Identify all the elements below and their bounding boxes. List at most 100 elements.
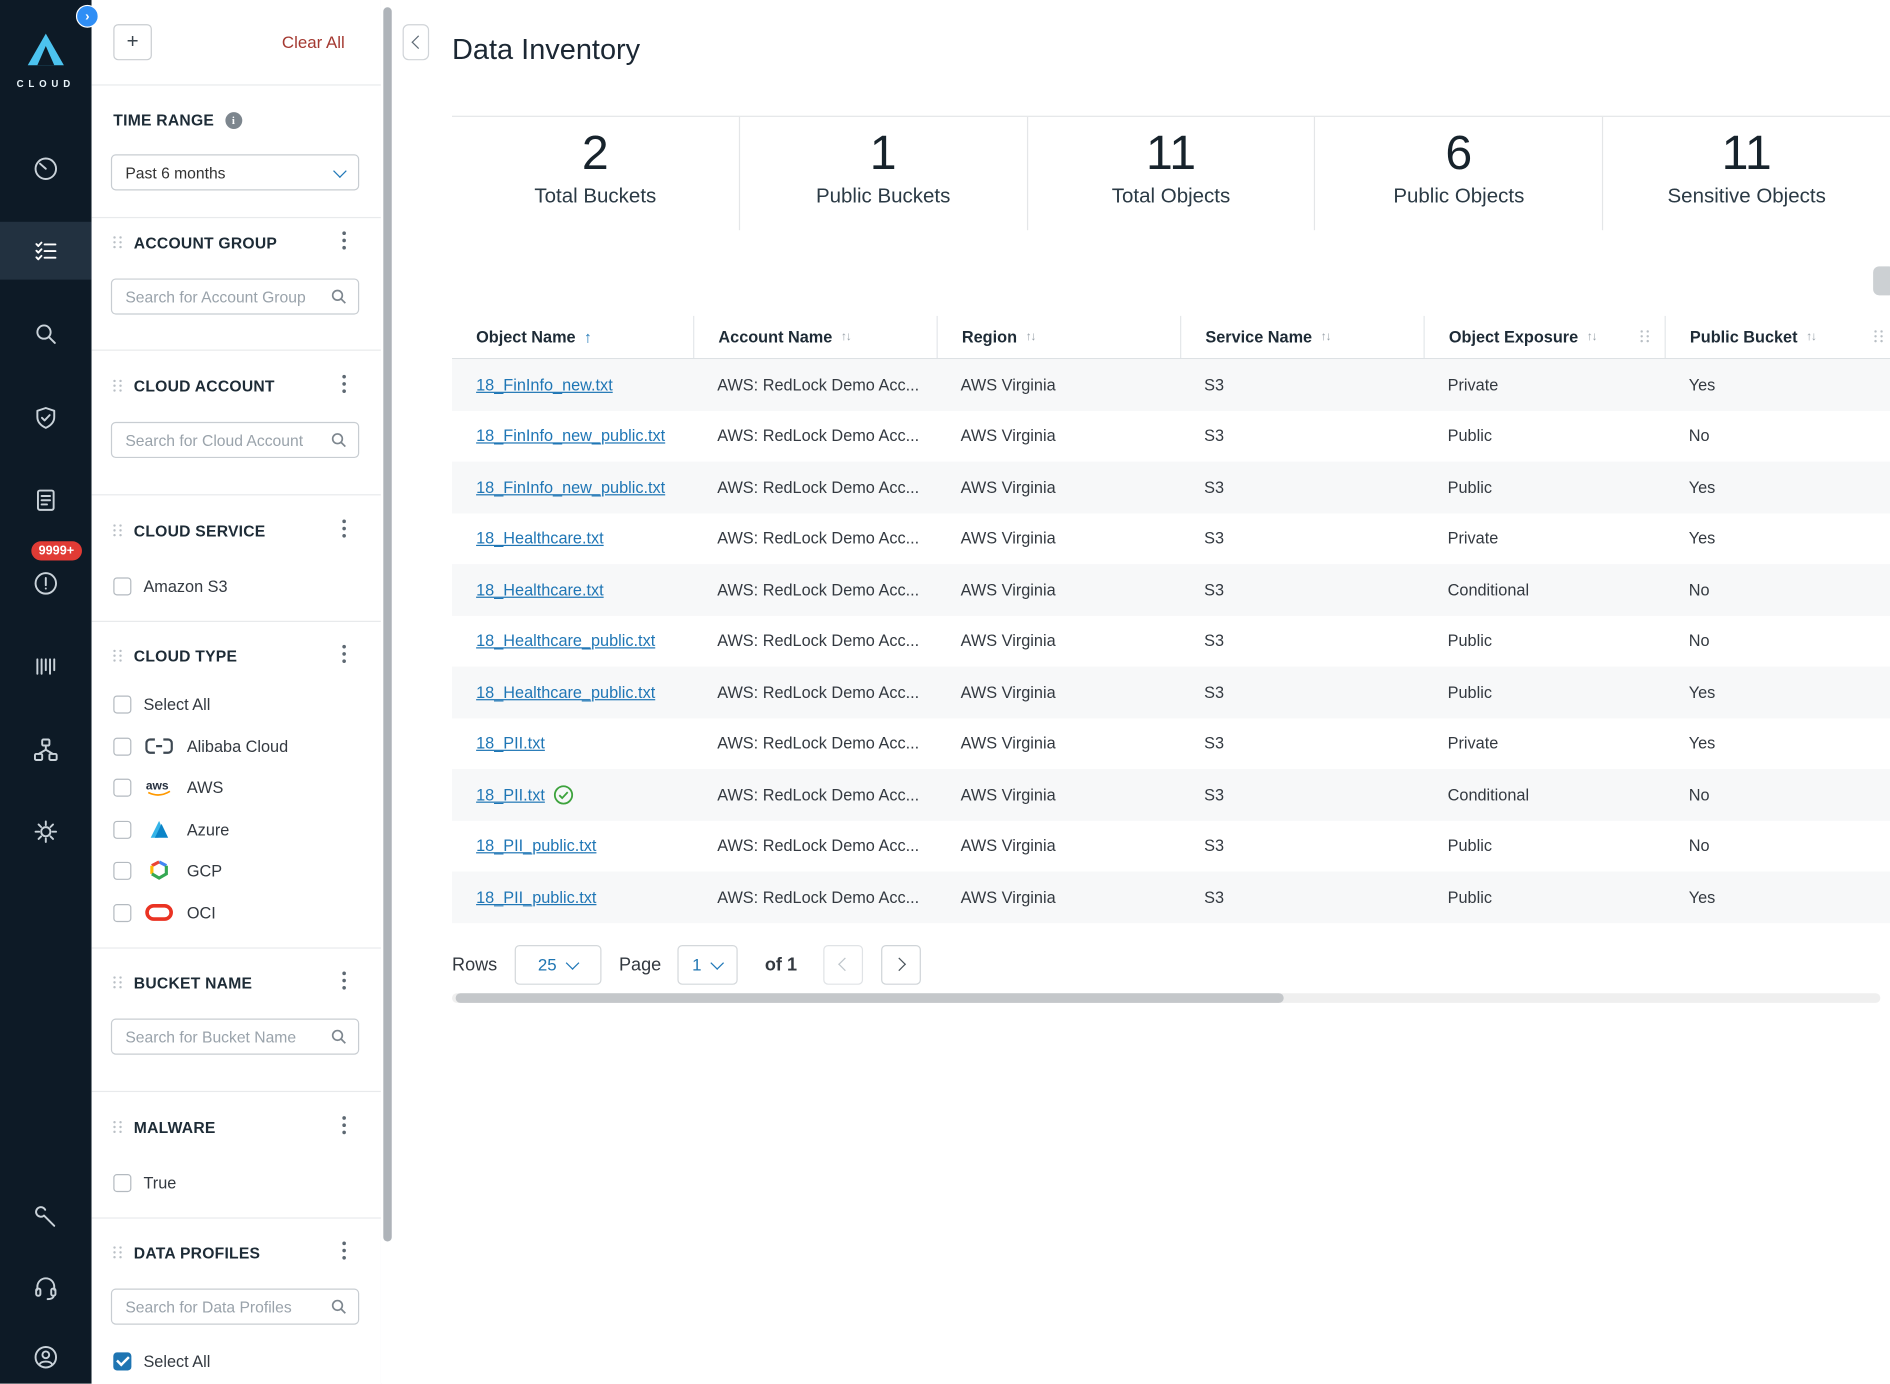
cell-object-exposure: Public bbox=[1424, 888, 1665, 906]
object-name-link[interactable]: 18_PII.txt bbox=[476, 786, 545, 804]
data-profiles-search-input[interactable] bbox=[112, 1298, 330, 1316]
column-header-object-name[interactable]: Object Name ↑ bbox=[452, 316, 693, 358]
checkbox[interactable] bbox=[113, 903, 131, 921]
checkbox[interactable] bbox=[113, 1173, 131, 1191]
sidebar-item-compliance[interactable] bbox=[0, 389, 92, 447]
page-select[interactable]: 1 bbox=[677, 944, 737, 984]
checkbox-row-amazon-s3[interactable]: Amazon S3 bbox=[113, 574, 227, 598]
checkbox[interactable] bbox=[113, 577, 131, 595]
checkbox[interactable] bbox=[113, 737, 131, 755]
drag-handle-icon[interactable] bbox=[113, 650, 123, 663]
checkbox-checked[interactable] bbox=[113, 1352, 131, 1370]
sidebar-item-inventory[interactable] bbox=[0, 222, 92, 280]
object-name-link[interactable]: 18_Healthcare_public.txt bbox=[476, 683, 655, 701]
sort-icon[interactable]: ↑↓ bbox=[1806, 330, 1816, 343]
column-drag-handle-icon[interactable] bbox=[1874, 330, 1884, 343]
bucket-name-search-input[interactable] bbox=[112, 1028, 330, 1046]
column-header-service-name[interactable]: Service Name ↑↓ bbox=[1180, 316, 1423, 358]
cloud-account-menu-icon[interactable] bbox=[342, 375, 347, 394]
checkbox[interactable] bbox=[113, 778, 131, 796]
checkbox-label: Select All bbox=[143, 1352, 210, 1370]
cell-object-exposure: Private bbox=[1424, 734, 1665, 752]
sidebar-item-support[interactable] bbox=[0, 1258, 92, 1316]
rows-per-page-select[interactable]: 25 bbox=[514, 944, 601, 984]
checkbox-row-oci[interactable]: OCI bbox=[113, 900, 215, 924]
collapse-filters-button[interactable] bbox=[403, 24, 430, 60]
cloud-type-menu-icon[interactable] bbox=[342, 645, 347, 664]
object-name-link[interactable]: 18_Healthcare_public.txt bbox=[476, 632, 655, 650]
checkbox-row-select-all[interactable]: Select All bbox=[113, 692, 210, 716]
checkbox-row-malware-true[interactable]: True bbox=[113, 1170, 176, 1194]
data-profiles-menu-icon[interactable] bbox=[342, 1242, 347, 1261]
cloud-account-search-input[interactable] bbox=[112, 431, 330, 449]
column-label: Object Exposure bbox=[1449, 328, 1578, 346]
sidebar-item-search[interactable] bbox=[0, 305, 92, 363]
sidebar-item-dashboard[interactable] bbox=[0, 140, 92, 198]
column-header-public-bucket[interactable]: Public Bucket ↑↓ bbox=[1665, 316, 1890, 358]
clear-all-button[interactable]: Clear All bbox=[282, 33, 345, 52]
alert-circle-icon bbox=[33, 570, 60, 597]
sort-icon[interactable]: ↑↓ bbox=[1321, 330, 1331, 343]
sidebar-item-tools[interactable] bbox=[0, 1188, 92, 1246]
drag-handle-icon[interactable] bbox=[113, 236, 123, 249]
stat-label: Public Objects bbox=[1393, 184, 1524, 208]
object-name-link[interactable]: 18_FinInfo_new_public.txt bbox=[476, 478, 665, 496]
column-header-account-name[interactable]: Account Name ↑↓ bbox=[693, 316, 936, 358]
sort-icon[interactable]: ↑↓ bbox=[1025, 330, 1035, 343]
malware-menu-icon[interactable] bbox=[342, 1116, 347, 1135]
object-name-link[interactable]: 18_PII_public.txt bbox=[476, 888, 596, 906]
drag-handle-icon[interactable] bbox=[113, 524, 123, 537]
sort-icon[interactable]: ↑↓ bbox=[1587, 330, 1597, 343]
sidebar-item-reports[interactable] bbox=[0, 471, 92, 529]
object-name-link[interactable]: 18_PII.txt bbox=[476, 734, 545, 752]
next-page-button[interactable] bbox=[881, 944, 921, 984]
sidebar-item-assets[interactable] bbox=[0, 638, 92, 696]
info-icon[interactable]: i bbox=[225, 111, 242, 128]
account-group-search-input[interactable] bbox=[112, 287, 330, 305]
drag-handle-icon[interactable] bbox=[113, 1246, 123, 1259]
checkbox-label: Azure bbox=[187, 820, 230, 838]
checkbox[interactable] bbox=[113, 695, 131, 713]
column-drag-handle-icon[interactable] bbox=[1640, 330, 1650, 343]
filter-panel-scrollbar[interactable] bbox=[383, 7, 391, 1241]
table-row: 18_FinInfo_new_public.txtAWS: RedLock De… bbox=[452, 462, 1890, 513]
prisma-cloud-logo[interactable]: CLOUD bbox=[0, 31, 92, 89]
table-settings-pill[interactable] bbox=[1873, 266, 1890, 295]
checkbox-row-alibaba-cloud[interactable]: Alibaba Cloud bbox=[113, 734, 288, 758]
column-header-object-exposure[interactable]: Object Exposure ↑↓ bbox=[1424, 316, 1665, 358]
object-name-link[interactable]: 18_Healthcare.txt bbox=[476, 581, 604, 599]
sidebar-item-profile[interactable] bbox=[0, 1328, 92, 1383]
cloud-service-menu-icon[interactable] bbox=[342, 520, 347, 539]
sort-asc-icon[interactable]: ↑ bbox=[584, 328, 592, 346]
checkbox[interactable] bbox=[113, 820, 131, 838]
time-range-dropdown[interactable]: Past 6 months bbox=[111, 154, 359, 190]
horizontal-scrollbar-thumb[interactable] bbox=[456, 993, 1284, 1003]
checkbox-row-gcp[interactable]: GCP bbox=[113, 858, 222, 882]
cloud-account-search bbox=[111, 422, 359, 458]
sidebar-item-network[interactable] bbox=[0, 721, 92, 779]
object-name-link[interactable]: 18_PII_public.txt bbox=[476, 837, 596, 855]
object-name-link[interactable]: 18_FinInfo_new.txt bbox=[476, 376, 613, 394]
sidebar-item-alerts[interactable] bbox=[0, 554, 92, 612]
checkbox-row-azure[interactable]: Azure bbox=[113, 817, 229, 841]
collapse-hint-badge[interactable]: › bbox=[76, 5, 99, 28]
sidebar-item-settings[interactable] bbox=[0, 803, 92, 861]
horizontal-scrollbar[interactable] bbox=[452, 993, 1880, 1003]
search-icon bbox=[330, 288, 347, 305]
drag-handle-icon[interactable] bbox=[113, 976, 123, 989]
checkbox-row-dp-select-all[interactable]: Select All bbox=[113, 1349, 210, 1373]
checkbox-label: GCP bbox=[187, 861, 222, 879]
previous-page-button[interactable] bbox=[824, 944, 864, 984]
object-name-link[interactable]: 18_Healthcare.txt bbox=[476, 529, 604, 547]
column-header-region[interactable]: Region ↑↓ bbox=[937, 316, 1180, 358]
add-filter-button[interactable]: + bbox=[113, 24, 152, 60]
drag-handle-icon[interactable] bbox=[113, 380, 123, 393]
checkbox-row-aws[interactable]: aws AWS bbox=[113, 775, 223, 799]
bucket-name-menu-icon[interactable] bbox=[342, 972, 347, 991]
account-group-menu-icon[interactable] bbox=[342, 231, 347, 250]
stat-label: Total Buckets bbox=[534, 184, 656, 208]
object-name-link[interactable]: 18_FinInfo_new_public.txt bbox=[476, 427, 665, 445]
drag-handle-icon[interactable] bbox=[113, 1121, 123, 1134]
sort-icon[interactable]: ↑↓ bbox=[841, 330, 851, 343]
checkbox[interactable] bbox=[113, 861, 131, 879]
